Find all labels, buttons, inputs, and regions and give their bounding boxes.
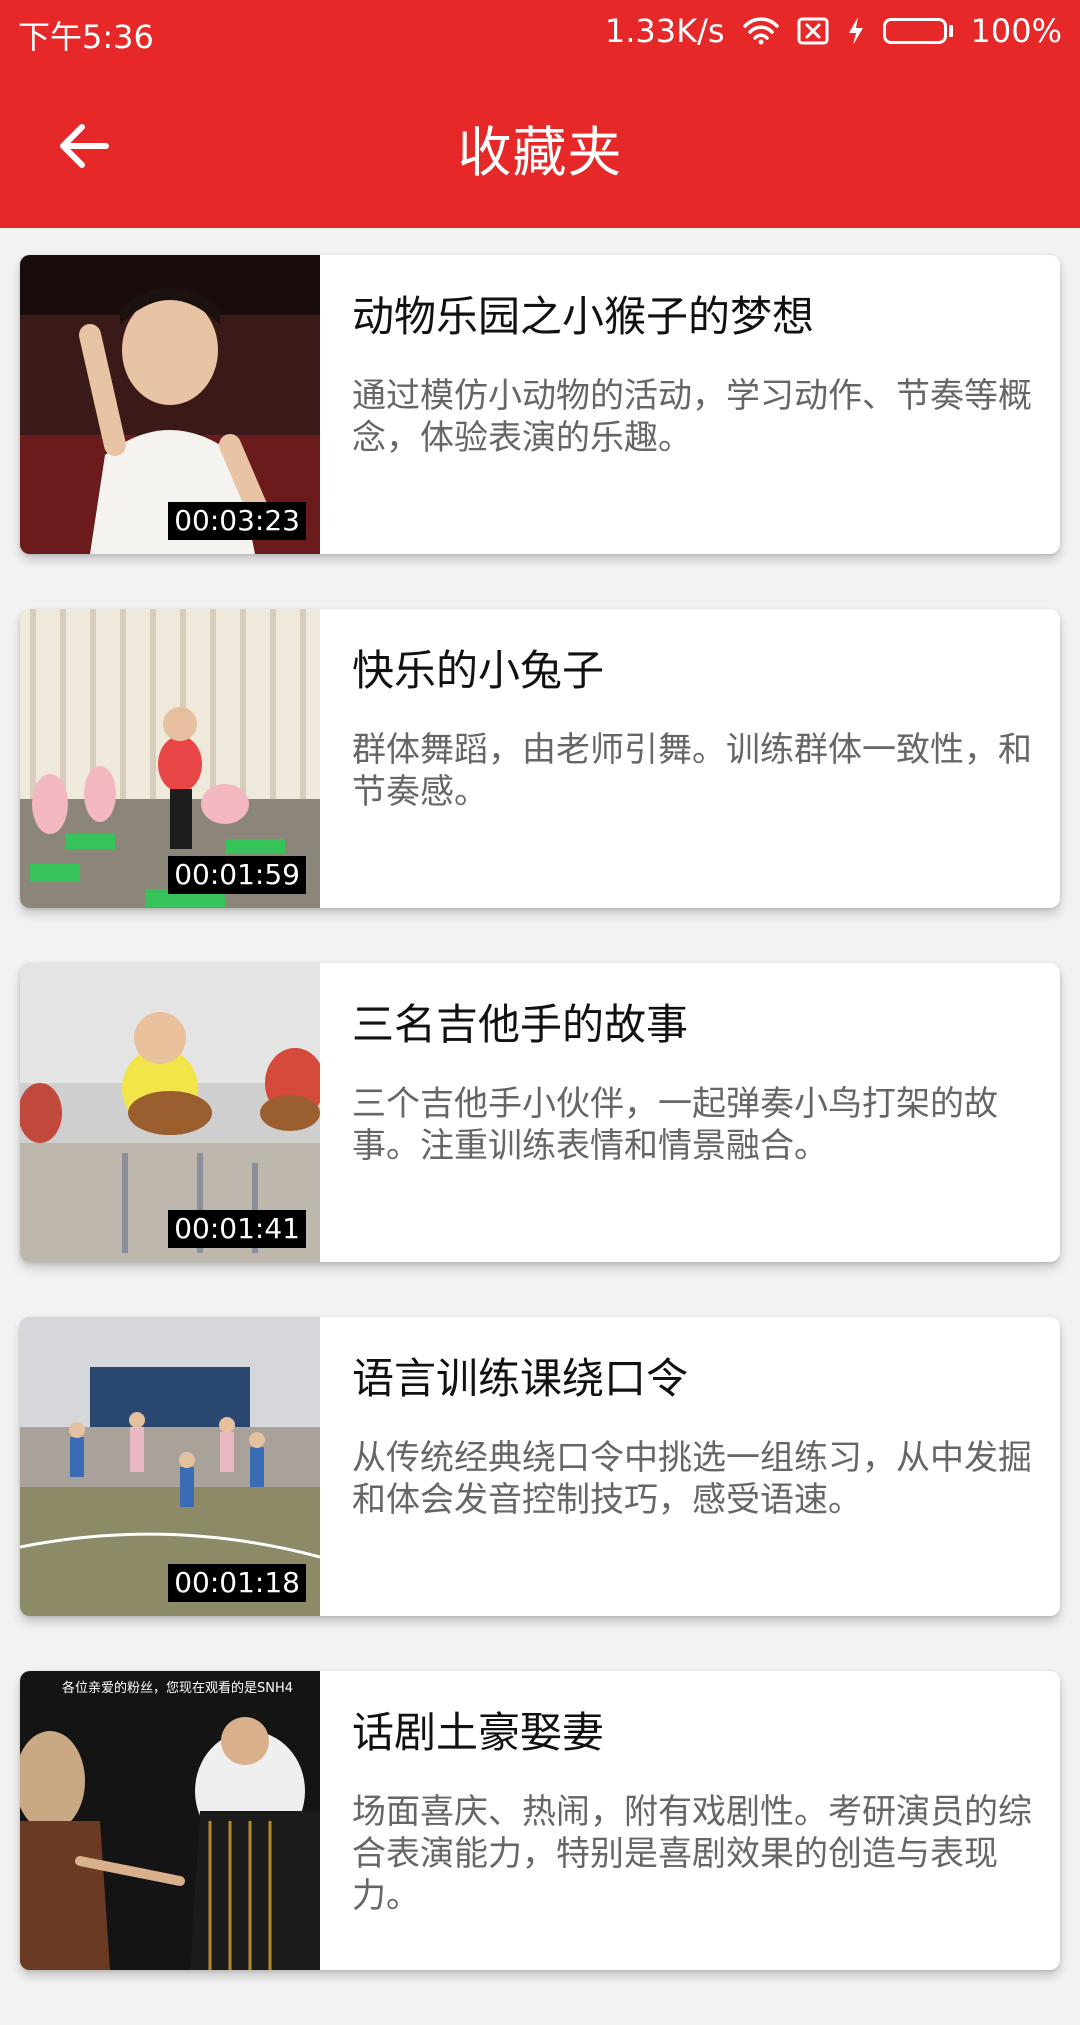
video-title: 话剧土豪娶妻	[352, 1708, 605, 1757]
no-sim-icon	[797, 17, 829, 45]
video-info: 快乐的小兔子 群体舞蹈，由老师引舞。训练群体一致性，和节奏感。	[352, 639, 1038, 813]
video-card[interactable]: 00:01:41 三名吉他手的故事 三个吉他手小伙伴，一起弹奏小鸟打架的故事。注…	[20, 963, 1060, 1262]
favorites-list: 00:03:23 动物乐园之小猴子的梦想 通过模仿小动物的活动，学习动作、节奏等…	[20, 255, 1060, 2025]
status-right: 1.33K/s 100%	[605, 12, 1062, 50]
video-duration: 00:01:18	[168, 1564, 306, 1602]
video-title: 快乐的小兔子	[352, 646, 605, 695]
charging-icon	[847, 16, 865, 46]
video-card[interactable]: 00:03:23 动物乐园之小猴子的梦想 通过模仿小动物的活动，学习动作、节奏等…	[20, 255, 1060, 554]
video-info: 三名吉他手的故事 三个吉他手小伙伴，一起弹奏小鸟打架的故事。注重训练表情和情景融…	[352, 993, 1038, 1167]
video-card[interactable]: 00:01:18 语言训练课绕口令 从传统经典绕口令中挑选一组练习，从中发掘和体…	[20, 1317, 1060, 1616]
video-info: 语言训练课绕口令 从传统经典绕口令中挑选一组练习，从中发掘和体会发音控制技巧，感…	[352, 1347, 1038, 1521]
thumbnail-caption: 各位亲爱的粉丝，您现在观看的是SNH4	[62, 1681, 294, 1696]
title-bar: 收藏夹	[0, 62, 1080, 228]
battery-icon	[882, 18, 953, 44]
page-title: 收藏夹	[457, 121, 623, 184]
video-description: 从传统经典绕口令中挑选一组练习，从中发掘和体会发音控制技巧，感受语速。	[352, 1438, 1032, 1520]
network-speed: 1.33K/s	[604, 12, 725, 50]
video-description: 场面喜庆、热闹，附有戏剧性。考研演员的综合表演能力，特别是喜剧效果的创造与表现力…	[352, 1792, 1032, 1916]
video-description: 三个吉他手小伙伴，一起弹奏小鸟打架的故事。注重训练表情和情景融合。	[352, 1084, 998, 1166]
video-title: 语言训练课绕口令	[352, 1354, 689, 1403]
battery-percent: 100%	[970, 12, 1062, 50]
status-time: 下午5:36	[18, 18, 154, 56]
video-duration: 00:01:59	[168, 856, 306, 894]
video-thumbnail[interactable]: 00:01:41	[20, 963, 320, 1262]
video-thumbnail[interactable]: 00:03:23	[20, 255, 320, 554]
video-info: 话剧土豪娶妻 场面喜庆、热闹，附有戏剧性。考研演员的综合表演能力，特别是喜剧效果…	[352, 1701, 1038, 1917]
video-title: 三名吉他手的故事	[352, 1000, 689, 1049]
video-card[interactable]: 各位亲爱的粉丝，您现在观看的是SNH4 话剧土豪娶妻 场面喜庆、热闹，附有戏剧性…	[20, 1671, 1060, 1970]
video-info: 动物乐园之小猴子的梦想 通过模仿小动物的活动，学习动作、节奏等概念，体验表演的乐…	[352, 285, 1038, 459]
video-card[interactable]: 00:01:59 快乐的小兔子 群体舞蹈，由老师引舞。训练群体一致性，和节奏感。	[20, 609, 1060, 908]
video-description: 群体舞蹈，由老师引舞。训练群体一致性，和节奏感。	[352, 730, 1032, 812]
video-thumbnail[interactable]: 各位亲爱的粉丝，您现在观看的是SNH4	[20, 1671, 320, 1970]
video-duration: 00:01:41	[168, 1210, 306, 1248]
video-thumbnail[interactable]: 00:01:59	[20, 609, 320, 908]
status-bar: 下午5:36 1.33K/s 100%	[0, 0, 1080, 62]
video-description: 通过模仿小动物的活动，学习动作、节奏等概念，体验表演的乐趣。	[352, 376, 1032, 458]
video-thumbnail[interactable]: 00:01:18	[20, 1317, 320, 1616]
wifi-icon	[742, 17, 779, 45]
video-title: 动物乐园之小猴子的梦想	[352, 292, 815, 341]
video-duration: 00:03:23	[168, 502, 306, 540]
app-header: 下午5:36 1.33K/s 100% 收藏夹	[0, 0, 1080, 228]
